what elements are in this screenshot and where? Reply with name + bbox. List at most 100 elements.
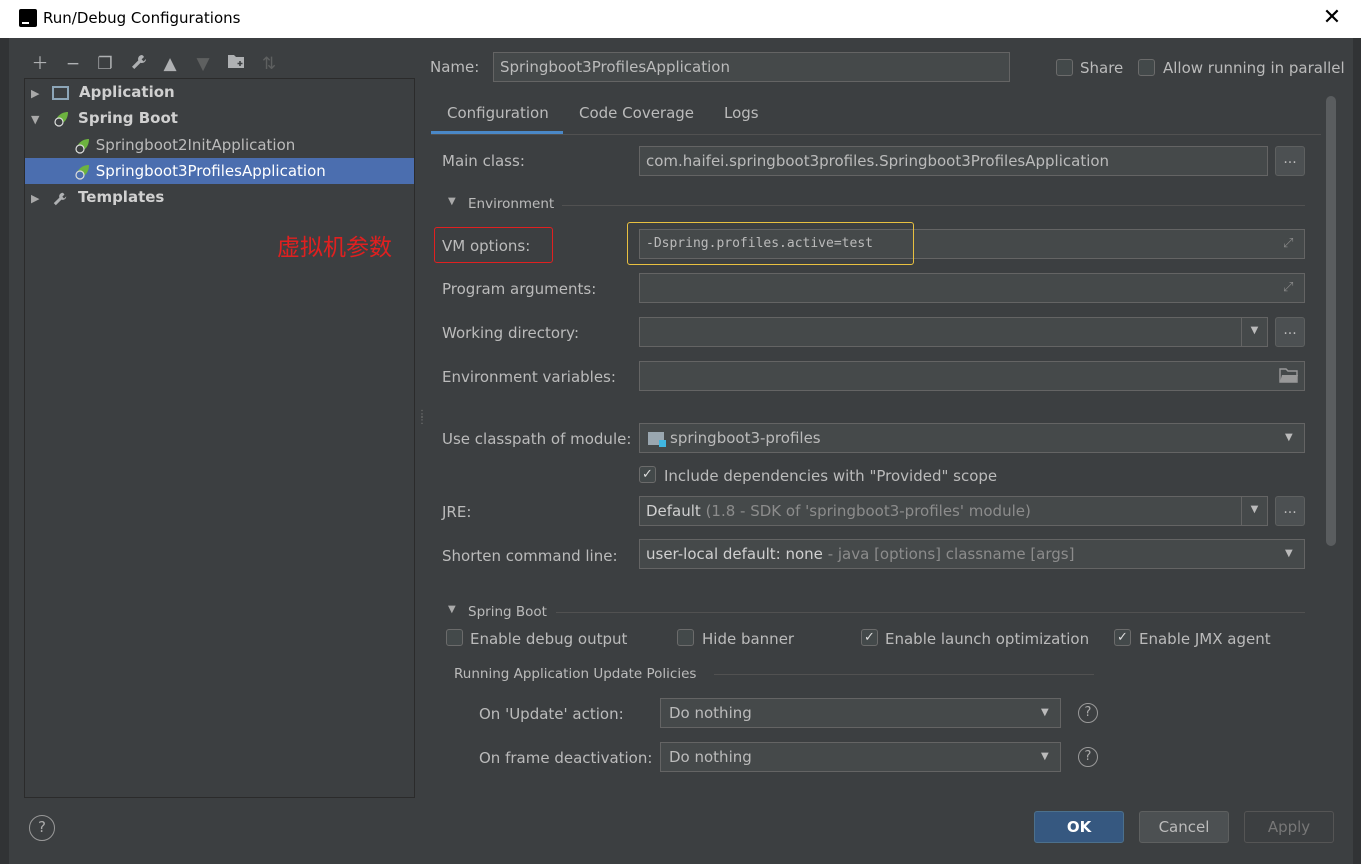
jre-label: JRE: — [442, 503, 472, 521]
window-title: Run/Debug Configurations — [43, 9, 241, 27]
arrow-up-icon[interactable]: ▲ — [159, 53, 181, 75]
section-divider — [714, 674, 1094, 675]
tab-code-coverage[interactable]: Code Coverage — [579, 100, 694, 134]
chevron-down-icon[interactable]: ▼ — [1041, 707, 1049, 718]
program-args-input[interactable] — [639, 273, 1305, 303]
tree-item-springboot2-init[interactable]: Springboot2InitApplication — [25, 132, 414, 158]
shorten-value: user-local default: none — [646, 545, 823, 563]
section-divider — [562, 205, 1305, 206]
tree-item-templates[interactable]: ▶ Templates — [25, 184, 414, 210]
program-args-label: Program arguments: — [442, 280, 597, 298]
main-class-label: Main class: — [442, 152, 525, 170]
debug-output-label: Enable debug output — [470, 630, 628, 648]
tree-item-label: Springboot3ProfilesApplication — [95, 162, 326, 180]
minus-icon[interactable]: − — [62, 53, 84, 75]
jre-detail: (1.8 - SDK of 'springboot3-profiles' mod… — [700, 502, 1031, 520]
main-class-input[interactable]: com.haifei.springboot3profiles.Springboo… — [639, 146, 1268, 176]
application-icon — [52, 85, 70, 100]
tree-item-application[interactable]: ▶ Application — [25, 79, 414, 105]
include-deps-label: Include dependencies with "Provided" sco… — [664, 467, 998, 485]
launch-optimization-checkbox[interactable]: ✓ — [861, 629, 878, 646]
expand-icon[interactable]: ⤢ — [1283, 280, 1293, 295]
spring-boot-icon — [52, 110, 70, 128]
ok-button[interactable]: OK — [1034, 811, 1124, 843]
debug-output-checkbox[interactable] — [446, 629, 463, 646]
shorten-select[interactable]: user-local default: none - java [options… — [639, 539, 1305, 569]
close-icon[interactable]: ✕ — [1318, 4, 1346, 32]
cancel-button[interactable]: Cancel — [1139, 811, 1229, 843]
browse-main-class-button[interactable]: ... — [1275, 146, 1305, 176]
shorten-detail: - java [options] classname [args] — [822, 545, 1075, 563]
classpath-label: Use classpath of module: — [442, 430, 632, 448]
browse-jre-button[interactable]: ... — [1275, 496, 1305, 526]
include-deps-checkbox[interactable]: ✓ — [639, 466, 656, 483]
hide-banner-label: Hide banner — [702, 630, 795, 648]
folder-add-icon[interactable] — [225, 53, 247, 75]
parallel-label: Allow running in parallel — [1163, 59, 1345, 77]
annotation-text: 虚拟机参数 — [277, 235, 392, 261]
help-icon[interactable]: ? — [1078, 703, 1098, 723]
title-bar: Run/Debug Configurations ✕ — [0, 0, 1361, 38]
background-edge — [1353, 38, 1361, 864]
help-icon[interactable]: ? — [1078, 747, 1098, 767]
name-label: Name: — [430, 58, 480, 76]
classpath-value: springboot3-profiles — [670, 429, 821, 447]
apply-button: Apply — [1244, 811, 1334, 843]
wrench-icon[interactable] — [128, 53, 150, 75]
env-vars-input[interactable] — [639, 361, 1305, 391]
plus-icon[interactable]: ＋ — [29, 53, 51, 75]
chevron-down-icon[interactable]: ▼ — [1285, 432, 1293, 443]
expand-icon[interactable]: ⤢ — [1283, 236, 1293, 251]
tree-item-label: Templates — [78, 188, 165, 206]
share-checkbox[interactable] — [1056, 59, 1073, 76]
module-folder-icon — [648, 432, 666, 447]
launch-optimization-label: Enable launch optimization — [885, 630, 1090, 648]
collapse-arrow-icon[interactable]: ▼ — [448, 604, 456, 615]
help-icon[interactable]: ? — [29, 815, 55, 841]
vm-options-value-highlight — [627, 222, 914, 265]
on-frame-select[interactable]: Do nothing — [660, 742, 1061, 772]
vm-options-label: VM options: — [442, 237, 531, 255]
classpath-select[interactable]: springboot3-profiles — [639, 423, 1305, 453]
parallel-checkbox[interactable] — [1138, 59, 1155, 76]
arrow-down-icon: ▼ — [196, 54, 210, 74]
copy-icon[interactable]: ❐ — [94, 53, 116, 75]
tree-item-label: Application — [79, 83, 175, 101]
browse-working-dir-button[interactable]: ... — [1275, 317, 1305, 347]
tab-configuration[interactable]: Configuration — [431, 100, 563, 134]
tree-item-label: Spring Boot — [78, 109, 178, 127]
chevron-down-icon[interactable]: ▼ — [1241, 496, 1267, 526]
working-dir-input[interactable] — [639, 317, 1268, 347]
tree-item-spring-boot[interactable]: ▼ Spring Boot — [25, 105, 414, 131]
section-divider — [556, 612, 1305, 613]
spring-boot-icon — [73, 137, 91, 155]
collapse-arrow-icon[interactable]: ▼ — [31, 113, 39, 126]
jmx-agent-label: Enable JMX agent — [1139, 630, 1271, 648]
collapse-arrow-icon[interactable]: ▼ — [448, 196, 456, 207]
expand-arrow-icon[interactable]: ▶ — [31, 192, 39, 205]
scrollbar[interactable] — [1326, 96, 1336, 546]
name-input[interactable]: Springboot3ProfilesApplication — [493, 52, 1010, 82]
env-vars-label: Environment variables: — [442, 368, 616, 386]
hide-banner-checkbox[interactable] — [677, 629, 694, 646]
chevron-down-icon[interactable]: ▼ — [1285, 548, 1293, 559]
share-label: Share — [1080, 59, 1124, 77]
tab-logs[interactable]: Logs — [724, 100, 759, 134]
on-update-label: On 'Update' action: — [479, 705, 624, 723]
splitter-handle[interactable]: ⋮ ⋮ — [417, 410, 427, 434]
on-update-select[interactable]: Do nothing — [660, 698, 1061, 728]
tree-item-springboot3-profiles[interactable]: Springboot3ProfilesApplication — [25, 158, 414, 184]
wrench-icon — [52, 189, 70, 207]
jre-value: Default — [646, 502, 701, 520]
environment-section-label: Environment — [468, 196, 555, 212]
jmx-agent-checkbox[interactable]: ✓ — [1114, 629, 1131, 646]
chevron-down-icon[interactable]: ▼ — [1241, 317, 1267, 347]
intellij-logo-icon — [19, 9, 37, 27]
spring-boot-section-label: Spring Boot — [468, 604, 547, 620]
expand-arrow-icon[interactable]: ▶ — [31, 87, 39, 100]
sort-icon: ⇅ — [261, 54, 277, 74]
folder-icon[interactable] — [1279, 367, 1299, 387]
chevron-down-icon[interactable]: ▼ — [1041, 751, 1049, 762]
shorten-label: Shorten command line: — [442, 547, 618, 565]
jre-select[interactable]: Default (1.8 - SDK of 'springboot3-profi… — [639, 496, 1268, 526]
